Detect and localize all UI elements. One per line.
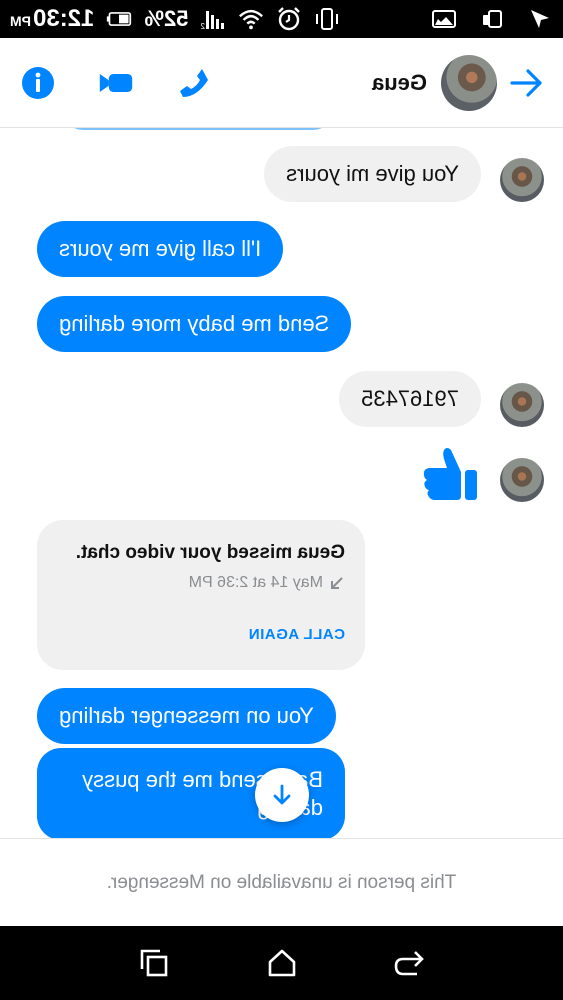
unavailable-notice-text: This person is unavailable on Messenger. xyxy=(106,871,457,893)
scroll-to-bottom-button[interactable] xyxy=(255,768,309,822)
recents-icon xyxy=(140,949,168,977)
screen-icon xyxy=(479,6,505,32)
nav-back-button[interactable] xyxy=(389,943,429,983)
nav-recents-button[interactable] xyxy=(134,943,174,983)
info-icon xyxy=(22,66,54,99)
sender-avatar[interactable] xyxy=(500,158,544,202)
message-bubble-outgoing[interactable]: Send me baby more darling xyxy=(37,296,352,352)
conversation-header: Geua xyxy=(0,38,563,128)
message-bubble-outgoing[interactable]: I'll call give me yours xyxy=(37,221,284,277)
messenger-screen: 2 52% 12:30PM Geua You give mi yours I'l… xyxy=(0,0,563,1000)
svg-text:2: 2 xyxy=(200,22,205,31)
missed-call-card: Geua missed your video chat. May 14 at 2… xyxy=(37,520,365,670)
arrow-down-icon xyxy=(273,784,291,805)
contact-name[interactable]: Geua xyxy=(372,70,427,96)
header-actions xyxy=(16,65,212,101)
nav-arrow-icon xyxy=(527,6,553,32)
message-bubble-outgoing[interactable]: You on messenger darling xyxy=(37,688,336,744)
system-nav-bar xyxy=(0,926,563,1000)
message-bubble-incoming[interactable]: You give mi yours xyxy=(264,146,481,202)
unavailable-notice: This person is unavailable on Messenger. xyxy=(0,838,563,926)
signal-icon: 2 xyxy=(200,6,226,32)
sender-avatar[interactable] xyxy=(500,383,544,427)
back-button[interactable] xyxy=(507,63,547,103)
status-time: 12:30 xyxy=(33,5,95,32)
battery-icon xyxy=(106,6,132,32)
missed-call-time: May 14 at 2:36 PM xyxy=(188,574,323,591)
vibrate-icon xyxy=(314,6,340,32)
info-button[interactable] xyxy=(20,65,56,101)
message-list[interactable]: You give mi yours I'll call give me your… xyxy=(0,128,563,838)
nav-home-button[interactable] xyxy=(262,943,302,983)
status-ampm: PM xyxy=(10,13,31,29)
missed-call-title: Geua missed your video chat. xyxy=(75,542,345,563)
video-call-button[interactable] xyxy=(98,65,134,101)
status-bar: 2 52% 12:30PM xyxy=(0,0,563,38)
sender-avatar[interactable] xyxy=(500,458,544,502)
missed-call-subtitle: May 14 at 2:36 PM xyxy=(57,574,345,592)
battery-percent: 52% xyxy=(144,6,189,31)
back-icon xyxy=(394,951,425,976)
clock: 12:30PM xyxy=(10,5,94,33)
message-bubble-incoming[interactable]: 79167435 xyxy=(339,371,481,427)
alarm-icon xyxy=(276,6,302,32)
home-icon xyxy=(268,949,295,977)
thumbs-up-icon[interactable] xyxy=(421,444,481,504)
missed-call-arrow-icon xyxy=(331,577,343,589)
back-arrow-icon xyxy=(510,68,542,97)
image-icon xyxy=(431,6,457,32)
phone-icon xyxy=(180,68,208,97)
contact-avatar[interactable] xyxy=(441,54,497,111)
wifi-icon xyxy=(238,6,264,32)
voice-call-button[interactable] xyxy=(176,65,212,101)
call-again-button[interactable]: CALL AGAIN xyxy=(57,626,345,643)
video-icon xyxy=(99,73,133,92)
partial-message-bubble xyxy=(63,128,333,130)
